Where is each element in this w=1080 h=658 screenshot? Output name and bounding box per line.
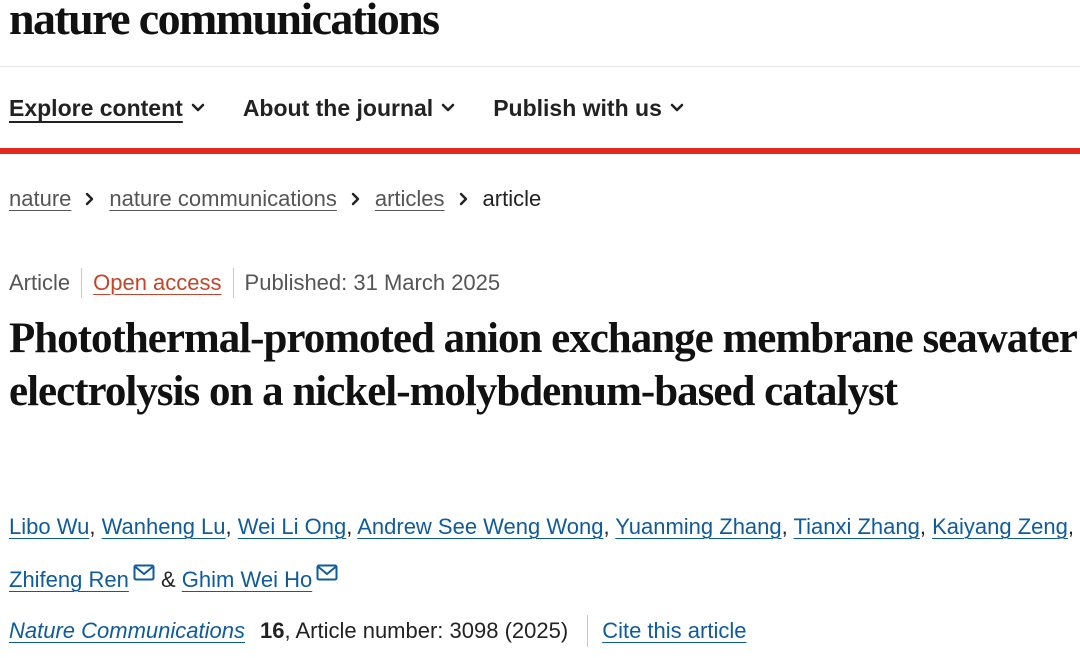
author-link[interactable]: Wei Li Ong xyxy=(238,514,346,539)
author-conjunction: & xyxy=(160,567,176,592)
breadcrumb-link-nature[interactable]: nature xyxy=(9,186,71,212)
volume-number: 16 xyxy=(259,618,285,643)
mail-icon[interactable] xyxy=(133,550,155,597)
author-list: Libo Wu, Wanheng Lu, Wei Li Ong, Andrew … xyxy=(9,503,1075,603)
author-separator: , xyxy=(603,514,610,539)
published-date: Published: 31 March 2025 xyxy=(244,270,501,295)
journal-link[interactable]: Nature Communications xyxy=(9,618,245,644)
cite-this-article-link[interactable]: Cite this article xyxy=(602,618,746,644)
chevron-down-icon xyxy=(441,103,455,113)
article-number: , Article number: 3098 (2025) xyxy=(284,618,569,643)
nav-explore-content[interactable]: Explore content xyxy=(9,95,205,122)
nav-explore-content-label: Explore content xyxy=(9,94,183,121)
mail-icon[interactable] xyxy=(316,550,338,597)
article-title: Photothermal-promoted anion exchange mem… xyxy=(9,315,1077,415)
open-access-link[interactable]: Open access xyxy=(93,270,221,296)
author-link[interactable]: Tianxi Zhang xyxy=(793,514,919,539)
author-link[interactable]: Kaiyang Zeng xyxy=(932,514,1068,539)
citation-line: Nature Communications 16, Article number… xyxy=(9,615,746,647)
chevron-right-icon xyxy=(85,192,95,206)
author-link[interactable]: Libo Wu xyxy=(9,514,89,539)
journal-logo[interactable]: nature communications xyxy=(9,0,440,45)
nav-about-journal-label: About the journal xyxy=(242,94,434,121)
author-link[interactable]: Andrew See Weng Wong xyxy=(357,514,603,539)
breadcrumb: nature nature communications articles ar… xyxy=(9,186,541,212)
meta-divider xyxy=(232,268,234,298)
author-separator: , xyxy=(1067,514,1074,539)
article-type: Article xyxy=(9,270,71,295)
author-separator: , xyxy=(225,514,232,539)
chevron-right-icon xyxy=(351,192,361,206)
chevron-right-icon xyxy=(459,192,469,206)
nav-about-journal[interactable]: About the journal xyxy=(243,95,455,122)
author-separator: , xyxy=(89,514,96,539)
author-separator: , xyxy=(781,514,788,539)
author-separator: , xyxy=(346,514,353,539)
accent-bar xyxy=(0,148,1080,154)
main-nav: Explore content About the journal Publis… xyxy=(9,92,722,124)
author-link[interactable]: Wanheng Lu xyxy=(102,514,226,539)
nav-publish-with-us[interactable]: Publish with us xyxy=(493,95,684,122)
breadcrumb-link-nature-communications[interactable]: nature communications xyxy=(109,186,336,212)
author-link[interactable]: Ghim Wei Ho xyxy=(182,567,312,592)
author-link[interactable]: Yuanming Zhang xyxy=(615,514,781,539)
meta-divider xyxy=(81,268,83,298)
author-separator: , xyxy=(919,514,926,539)
chevron-down-icon xyxy=(191,103,205,113)
breadcrumb-link-articles[interactable]: articles xyxy=(375,186,445,212)
chevron-down-icon xyxy=(670,103,684,113)
nav-publish-with-us-label: Publish with us xyxy=(493,94,662,121)
header-divider xyxy=(0,66,1080,67)
breadcrumb-current: article xyxy=(482,186,542,211)
article-meta: Article Open access Published: 31 March … xyxy=(9,268,500,298)
author-link[interactable]: Zhifeng Ren xyxy=(9,567,129,592)
citation-divider xyxy=(587,615,589,647)
